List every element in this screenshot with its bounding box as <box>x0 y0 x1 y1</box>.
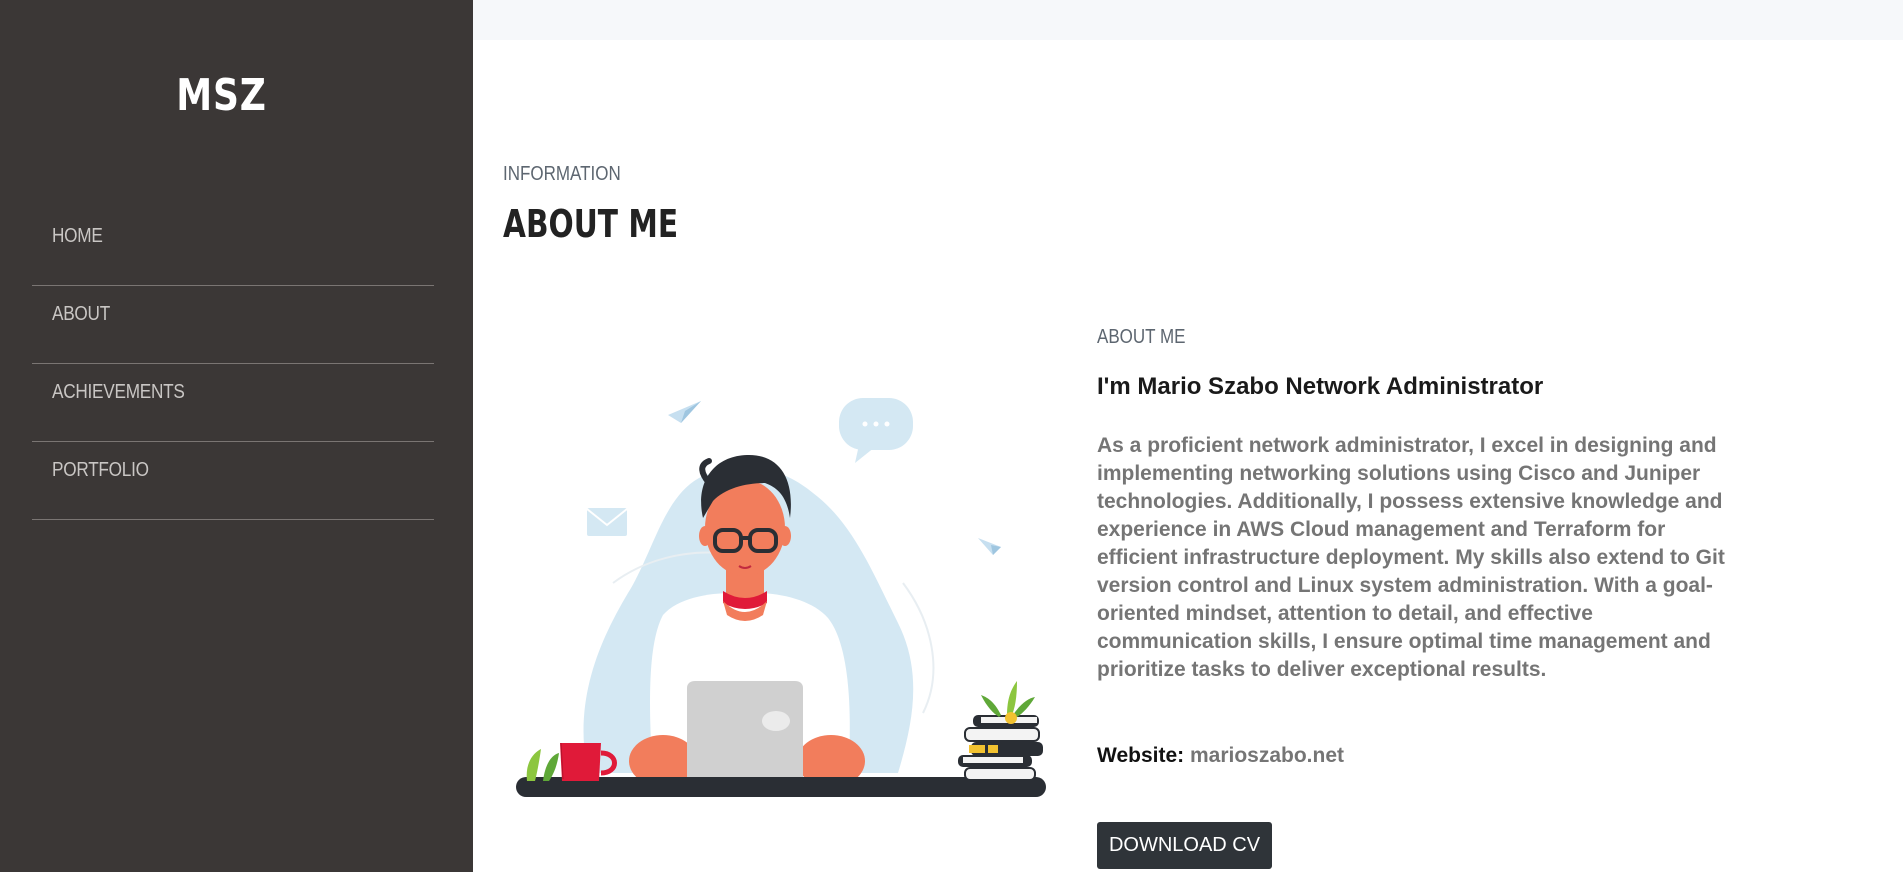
envelope-icon <box>586 508 628 536</box>
nav-item-portfolio[interactable]: PORTFOLIO <box>32 442 434 520</box>
plant-icon <box>526 749 559 781</box>
section-subtitle: INFORMATION <box>503 163 621 185</box>
website-link[interactable]: marioszabo.net <box>1190 744 1344 767</box>
nav-item-about[interactable]: ABOUT <box>32 286 434 364</box>
person-with-laptop-illustration <box>516 398 1046 797</box>
nav-item-label: PORTFOLIO <box>52 459 149 481</box>
website-label: Website: <box>1097 744 1185 767</box>
paper-plane-icon <box>668 401 701 423</box>
about-label: ABOUT ME <box>1097 326 1186 348</box>
site-logo[interactable]: MSZ <box>40 70 403 121</box>
nav-item-home[interactable]: HOME <box>32 208 434 286</box>
about-description: As a proficient network administrator, I… <box>1097 434 1725 681</box>
about-heading: I'm Mario Szabo Network Administrator <box>1097 373 1544 400</box>
website-row: Website: marioszabo.net <box>1097 744 1344 768</box>
nav-item-label: ACHIEVEMENTS <box>52 381 185 403</box>
nav-item-label: HOME <box>52 225 103 247</box>
top-bar <box>473 0 1903 40</box>
sidebar: MSZ HOME ABOUT ACHIEVEMENTS PORTFOLIO <box>0 0 473 872</box>
laptop-icon <box>687 681 803 778</box>
nav-item-achievements[interactable]: ACHIEVEMENTS <box>32 364 434 442</box>
books-icon <box>958 715 1043 781</box>
person-ear <box>699 526 711 546</box>
person-ear <box>779 526 791 546</box>
section-title: ABOUT ME <box>503 202 679 246</box>
nav-item-label: ABOUT <box>52 303 110 325</box>
paper-plane-icon <box>978 538 1001 555</box>
sidebar-nav: HOME ABOUT ACHIEVEMENTS PORTFOLIO <box>32 208 434 520</box>
chat-bubble-icon <box>839 398 913 463</box>
download-cv-button[interactable]: DOWNLOAD CV <box>1097 822 1272 869</box>
